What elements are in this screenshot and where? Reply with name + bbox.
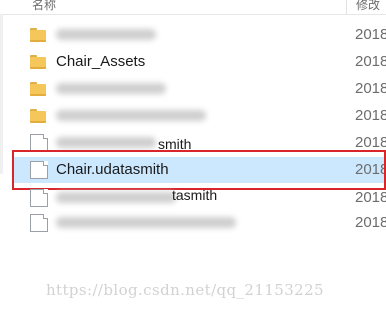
column-header-date[interactable]: 修改	[356, 0, 380, 13]
blurred-filename	[56, 137, 156, 148]
date-modified: 2018	[355, 107, 386, 124]
folder-icon	[30, 80, 46, 96]
navigation-pane-edge	[0, 14, 3, 174]
date-modified: 2018	[355, 80, 386, 97]
file-icon	[30, 214, 48, 232]
blurred-filename	[56, 29, 156, 40]
folder-icon	[30, 107, 46, 123]
date-modified: 2018	[355, 189, 386, 206]
highlight-annotation	[12, 150, 386, 190]
file-row[interactable]: 2018	[12, 76, 386, 102]
file-icon	[30, 189, 48, 207]
watermark-text: https://blog.csdn.net/qq_21153225	[46, 281, 324, 299]
column-header-name[interactable]: 名称	[32, 0, 56, 13]
blurred-filename	[56, 192, 176, 203]
date-modified: 2018	[355, 53, 386, 70]
blurred-filename	[56, 217, 236, 228]
column-header-bar: 名称 修改	[0, 0, 386, 15]
file-row[interactable]: Chair_Assets 2018	[12, 49, 386, 75]
date-modified: 2018	[355, 214, 386, 231]
file-row[interactable]: 2018	[12, 210, 386, 236]
file-name-partial: tasmith	[172, 187, 218, 203]
file-name: Chair_Assets	[56, 53, 146, 70]
date-modified: 2018	[355, 26, 386, 43]
blurred-filename	[56, 110, 206, 121]
file-row[interactable]: tasmith 2018	[12, 185, 386, 211]
folder-icon	[30, 53, 46, 69]
blurred-filename	[56, 83, 166, 94]
date-modified: 2018	[355, 134, 386, 151]
file-row[interactable]: 2018	[12, 22, 386, 48]
column-divider[interactable]	[346, 0, 347, 14]
file-row[interactable]: 2018	[12, 103, 386, 129]
folder-icon	[30, 26, 46, 42]
